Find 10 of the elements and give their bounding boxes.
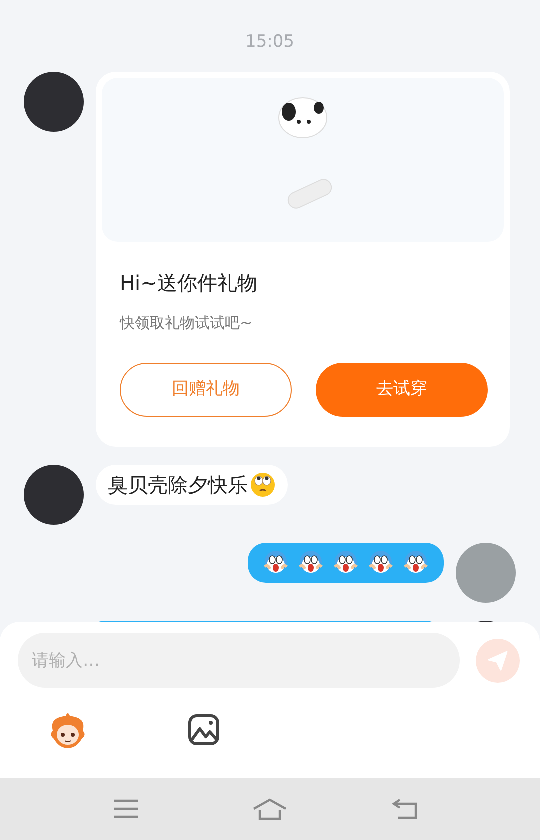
message-input-field[interactable]: 请输入… [18, 633, 460, 688]
gift-title: Hi~送你件礼物 [120, 270, 258, 297]
timestamp: 15:05 [244, 31, 296, 54]
send-icon [487, 650, 509, 672]
return-gift-button[interactable]: 回赠礼物 [120, 362, 292, 416]
home-icon[interactable] [252, 798, 288, 822]
try-on-button[interactable]: 去试穿 [316, 362, 488, 416]
gift-subtitle: 快领取礼物试试吧~ [120, 313, 254, 334]
image-icon[interactable] [188, 714, 220, 746]
message-text: 臭贝壳除夕快乐 [108, 472, 248, 498]
